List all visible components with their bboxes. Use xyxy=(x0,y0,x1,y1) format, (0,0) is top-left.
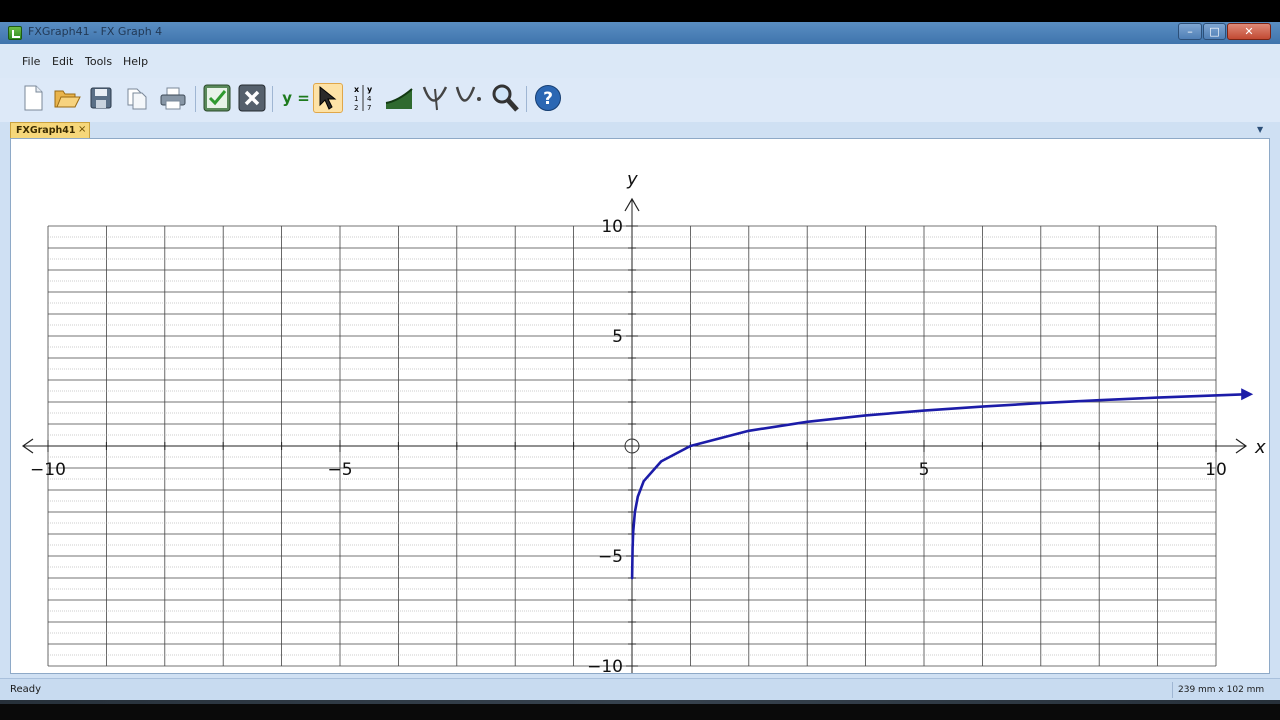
y-tick-label: −10 xyxy=(587,657,623,673)
toolbar-separator xyxy=(195,86,196,112)
open-folder-icon xyxy=(54,90,81,108)
tab-fxgraph41[interactable]: FXGraph41 × xyxy=(10,122,90,138)
menu-bar: File Edit Tools Help xyxy=(0,44,1280,78)
help-button[interactable]: ? xyxy=(533,83,563,113)
equation-button[interactable]: y = xyxy=(279,83,313,113)
app-icon xyxy=(8,26,22,40)
svg-text:1: 1 xyxy=(354,95,358,103)
toolbar: y = xy 1 4 2 7 ? xyxy=(0,78,1280,122)
svg-text:x: x xyxy=(354,85,360,94)
tangent-icon xyxy=(422,86,448,111)
menu-help[interactable]: Help xyxy=(123,55,148,68)
accept-button[interactable] xyxy=(202,83,232,113)
svg-text:2: 2 xyxy=(354,104,358,112)
svg-text:?: ? xyxy=(543,89,553,109)
toolbar-separator xyxy=(526,86,527,112)
menu-edit[interactable]: Edit xyxy=(52,55,73,68)
menu-file[interactable]: File xyxy=(22,55,40,68)
app-window: FXGraph41 - FX Graph 4 – □ ✕ File Edit T… xyxy=(0,22,1280,700)
y-tick-label: −5 xyxy=(598,547,623,567)
tab-label: FXGraph41 xyxy=(16,125,76,136)
pointer-icon xyxy=(319,85,337,110)
cancel-button[interactable] xyxy=(237,83,267,113)
print-icon xyxy=(160,87,186,110)
cancel-icon xyxy=(238,84,266,112)
y-tick-label: 5 xyxy=(612,327,623,347)
pointer-button[interactable] xyxy=(313,83,343,113)
tab-close-button[interactable]: × xyxy=(78,124,86,135)
minimize-button[interactable]: – xyxy=(1178,23,1202,40)
help-icon: ? xyxy=(535,85,561,111)
menu-tools[interactable]: Tools xyxy=(85,55,112,68)
maximize-button[interactable]: □ xyxy=(1203,23,1226,40)
y-tick-label: 10 xyxy=(601,217,623,237)
tab-strip: FXGraph41 × ▼ xyxy=(0,122,1280,138)
svg-text:y: y xyxy=(367,85,373,94)
status-text: Ready xyxy=(10,684,42,695)
save-icon xyxy=(90,87,112,109)
status-size: 239 mm x 102 mm xyxy=(1172,682,1268,698)
function-curve xyxy=(630,393,1247,580)
derivative-icon xyxy=(455,86,481,102)
new-file-icon xyxy=(24,85,43,111)
derivative-button[interactable] xyxy=(454,83,484,113)
graph-plot[interactable]: x y −10 −5 5 10 10 5 −5 −10 xyxy=(11,139,1269,673)
y-axis-label: y xyxy=(626,169,638,190)
zoom-button[interactable] xyxy=(490,83,520,113)
toolbar-separator xyxy=(272,86,273,112)
zoom-icon xyxy=(492,84,519,112)
new-button[interactable] xyxy=(18,83,48,113)
print-button[interactable] xyxy=(158,83,188,113)
svg-text:4: 4 xyxy=(367,95,372,103)
tangent-button[interactable] xyxy=(420,83,450,113)
taskbar xyxy=(0,700,1280,720)
save-button[interactable] xyxy=(86,83,116,113)
tab-menu-arrow-icon[interactable]: ▼ xyxy=(1257,125,1263,134)
table-icon: x y 1 4 2 7 xyxy=(354,85,373,112)
x-tick-label: 5 xyxy=(919,460,930,480)
area-icon xyxy=(385,88,413,109)
curve-arrowhead xyxy=(1241,388,1254,401)
close-button[interactable]: ✕ xyxy=(1227,23,1271,40)
taskbar-strip xyxy=(0,700,1280,704)
table-button[interactable]: xy 1 4 2 7 xyxy=(349,83,379,113)
copy-button[interactable] xyxy=(122,83,152,113)
svg-text:7: 7 xyxy=(367,104,371,112)
x-tick-label: 10 xyxy=(1205,460,1227,480)
open-button[interactable] xyxy=(52,83,82,113)
graph-canvas[interactable]: x y −10 −5 5 10 10 5 −5 −10 xyxy=(10,138,1270,674)
title-bar[interactable]: FXGraph41 - FX Graph 4 – □ ✕ xyxy=(0,22,1280,44)
area-button[interactable] xyxy=(384,83,414,113)
x-tick-label: −10 xyxy=(30,460,66,480)
x-axis-label: x xyxy=(1254,437,1266,458)
x-tick-label: −5 xyxy=(327,460,352,480)
status-bar: Ready 239 mm x 102 mm xyxy=(0,678,1280,700)
copy-icon xyxy=(127,88,147,110)
equation-icon: y = xyxy=(282,89,310,107)
window-title: FXGraph41 - FX Graph 4 xyxy=(28,25,163,38)
check-icon xyxy=(203,84,231,112)
